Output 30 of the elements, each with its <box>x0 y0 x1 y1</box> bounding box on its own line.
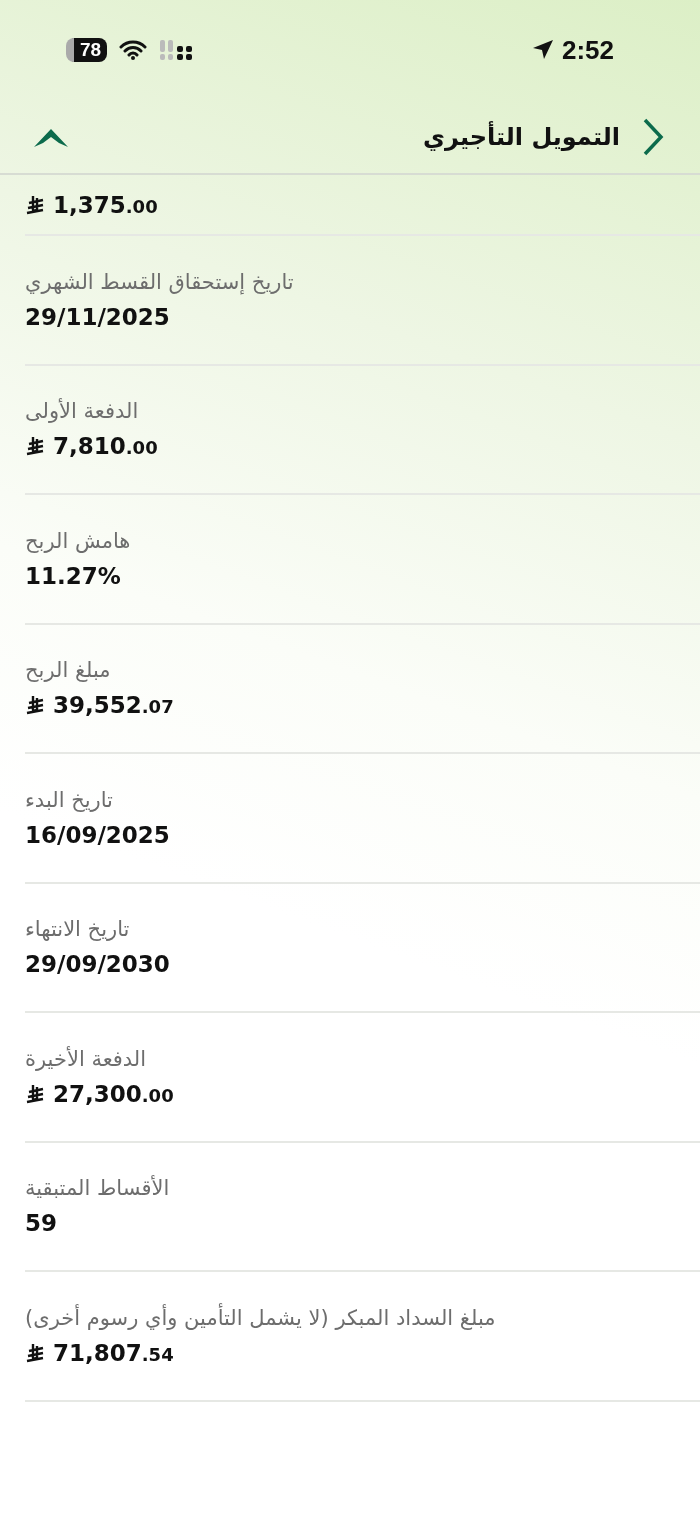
detail-label: تاريخ إستحقاق القسط الشهري <box>25 269 294 294</box>
detail-label: هامش الربح <box>25 528 131 553</box>
detail-value: 59 <box>25 1210 57 1237</box>
riyal-icon <box>25 194 45 215</box>
detail-value: 11.27% <box>25 562 121 589</box>
detail-value: 39,552.07 <box>53 692 174 719</box>
back-button[interactable] <box>642 117 664 156</box>
detail-label: الدفعة الأخيرة <box>25 1046 147 1071</box>
detail-value: 29/09/2030 <box>25 951 170 978</box>
riyal-icon <box>25 1083 45 1104</box>
detail-value: 7,810.00 <box>53 433 158 460</box>
wifi-icon <box>119 39 148 61</box>
detail-label: تاريخ البدء <box>25 787 113 812</box>
detail-value: 71,807.54 <box>53 1339 174 1366</box>
riyal-icon <box>25 1342 45 1363</box>
detail-label: الأقساط المتبقية <box>25 1176 170 1201</box>
detail-value: 29/11/2025 <box>25 303 170 330</box>
detail-value: 1,375.00 <box>53 191 158 218</box>
detail-label: مبلغ الربح <box>25 658 111 683</box>
location-arrow-icon <box>531 39 554 61</box>
status-time: 2:52 <box>561 34 614 66</box>
riyal-icon <box>25 695 45 716</box>
battery-level: 78 <box>66 38 108 62</box>
detail-label: مبلغ السداد المبكر (لا يشمل التأمين وأي رسوم أخرى) <box>25 1305 496 1330</box>
page-title: التمويل التأجيري <box>422 122 620 151</box>
detail-value: 16/09/2025 <box>25 821 170 848</box>
detail-label: الدفعة الأولى <box>25 399 139 424</box>
detail-value: 27,300.00 <box>53 1080 174 1107</box>
detail-label: تاريخ الانتهاء <box>25 917 130 942</box>
riyal-icon <box>25 436 45 457</box>
